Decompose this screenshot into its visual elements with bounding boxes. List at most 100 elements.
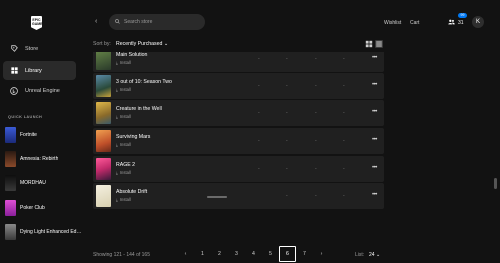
column-value: - (286, 166, 288, 172)
quick-launch-item-dying-light[interactable]: Dying Light Enhanced Edition (5, 222, 85, 241)
sort-dropdown[interactable]: Recently Purchased ⌄ (116, 41, 168, 47)
game-thumbnail (5, 174, 16, 191)
game-title: Absolute Drift (116, 189, 148, 195)
install-label: Install (119, 197, 131, 202)
more-options-icon[interactable]: ••• (372, 55, 377, 61)
install-label: Install (119, 114, 131, 119)
friends-count: 31 (458, 19, 464, 26)
list-item[interactable]: 3 out of 10: Season Two ⤓ Install - - - -… (93, 73, 384, 99)
quick-launch-item-fortnite[interactable]: Fortnite (5, 125, 85, 144)
quick-launch-label: Fortnite (20, 131, 37, 138)
install-label: Install (119, 60, 131, 65)
install-label: Install (119, 170, 131, 175)
progress-bar (207, 196, 227, 198)
column-value: - (258, 83, 260, 89)
column-value: - (315, 56, 317, 62)
column-value: - (286, 193, 288, 199)
top-bar: ‹ Search store Wishlist Cart 31 99 K (86, 0, 500, 42)
quick-launch-title: QUICK LAUNCH (8, 115, 43, 119)
download-icon: ⤓ (116, 170, 118, 175)
page-button[interactable]: 4 (245, 246, 262, 262)
epic-games-logo[interactable]: EPIC GAMES (31, 16, 42, 30)
current-page-button[interactable]: 6 (279, 246, 296, 262)
download-icon: ⤓ (116, 60, 118, 65)
sidebar-item-unreal-engine[interactable]: Unreal Engine (3, 81, 76, 100)
pagination-footer: Showing 121 - 144 of 165 ‹ 1 2 3 4 5 6 7… (93, 246, 385, 263)
page-button[interactable]: 5 (262, 246, 279, 262)
grid-view-icon[interactable] (365, 40, 373, 48)
next-page-icon[interactable]: › (313, 246, 330, 262)
more-options-icon[interactable]: ••• (372, 137, 377, 143)
column-value: - (343, 110, 345, 116)
column-value: - (343, 83, 345, 89)
game-thumbnail (5, 199, 16, 216)
tag-icon (10, 45, 18, 53)
column-value: - (343, 56, 345, 62)
list-item[interactable]: Surviving Mars ⤓ Install - - - - ••• (93, 128, 384, 154)
quick-launch-label: Poker Club (20, 204, 45, 211)
cart-link[interactable]: Cart (410, 20, 419, 26)
game-title: Main Solution (116, 52, 148, 58)
list-item[interactable]: Absolute Drift ⤓ Install - - - ••• (93, 183, 384, 209)
install-link[interactable]: ⤓ Install (116, 197, 131, 202)
unreal-icon (10, 86, 18, 95)
download-icon: ⤓ (116, 87, 118, 92)
chevron-down-icon: ⌄ (163, 41, 169, 47)
column-value: - (343, 166, 345, 172)
game-thumbnail (96, 75, 111, 97)
sidebar-item-label: Library (25, 67, 42, 74)
game-thumbnail (96, 158, 111, 180)
install-label: Install (119, 87, 131, 92)
column-value: - (315, 138, 317, 144)
game-title: RAGE 2 (116, 162, 136, 168)
game-title: Surviving Mars (116, 134, 151, 140)
more-options-icon[interactable]: ••• (372, 165, 377, 171)
friends-button[interactable]: 31 (448, 18, 464, 27)
quick-launch-item-poker-club[interactable]: Poker Club (5, 198, 85, 217)
quick-launch-label: Amnesia: Rebirth (20, 155, 59, 162)
per-page-dropdown[interactable]: 24 ⌄ (369, 252, 380, 258)
column-value: - (286, 110, 288, 116)
column-value: - (315, 83, 317, 89)
page-button[interactable]: 3 (228, 246, 245, 262)
list-item[interactable]: Creature in the Well ⤓ Install - - - - ••… (93, 100, 384, 126)
prev-page-icon[interactable]: ‹ (177, 246, 194, 262)
install-link[interactable]: ⤓ Install (116, 170, 131, 175)
chevron-left-icon[interactable]: ‹ (95, 18, 97, 25)
sidebar-item-store[interactable]: Store (3, 39, 76, 58)
more-options-icon[interactable]: ••• (372, 192, 377, 198)
install-link[interactable]: ⤓ Install (116, 60, 131, 65)
install-link[interactable]: ⤓ Install (116, 114, 131, 119)
more-options-icon[interactable]: ••• (372, 109, 377, 115)
page-button[interactable]: 2 (211, 246, 228, 262)
install-label: Install (119, 142, 131, 147)
list-item[interactable]: RAGE 2 ⤓ Install - - - - ••• (93, 156, 384, 182)
column-value: - (315, 193, 317, 199)
sidebar-item-label: Unreal Engine (25, 87, 60, 94)
more-options-icon[interactable]: ••• (372, 82, 377, 88)
column-value: - (286, 83, 288, 89)
install-link[interactable]: ⤓ Install (116, 87, 131, 92)
sidebar: EPIC GAMES Store Library Unreal Engine Q… (0, 0, 86, 263)
install-link[interactable]: ⤓ Install (116, 142, 131, 147)
search-icon (115, 18, 120, 26)
quick-launch-item-mordhau[interactable]: MORDHAU (5, 173, 85, 192)
page-button[interactable]: 7 (296, 246, 313, 262)
quick-launch-label: MORDHAU (20, 179, 46, 186)
game-thumbnail (96, 102, 111, 124)
column-value: - (258, 110, 260, 116)
progress-fill (207, 196, 227, 198)
list-item[interactable]: Main Solution ⤓ Install - - - - ••• (93, 52, 384, 72)
search-input[interactable]: Search store (109, 14, 205, 30)
list-view-icon[interactable] (375, 40, 383, 48)
game-thumbnail (96, 52, 111, 70)
download-icon: ⤓ (116, 114, 118, 119)
scrollbar[interactable] (494, 178, 497, 189)
quick-launch-item-amnesia[interactable]: Amnesia: Rebirth (5, 149, 85, 168)
avatar[interactable]: K (472, 16, 484, 28)
wishlist-link[interactable]: Wishlist (384, 20, 401, 26)
friends-icon (448, 19, 455, 27)
per-page-label: List: (355, 252, 365, 258)
sidebar-item-library[interactable]: Library (3, 61, 76, 80)
page-button[interactable]: 1 (194, 246, 211, 262)
